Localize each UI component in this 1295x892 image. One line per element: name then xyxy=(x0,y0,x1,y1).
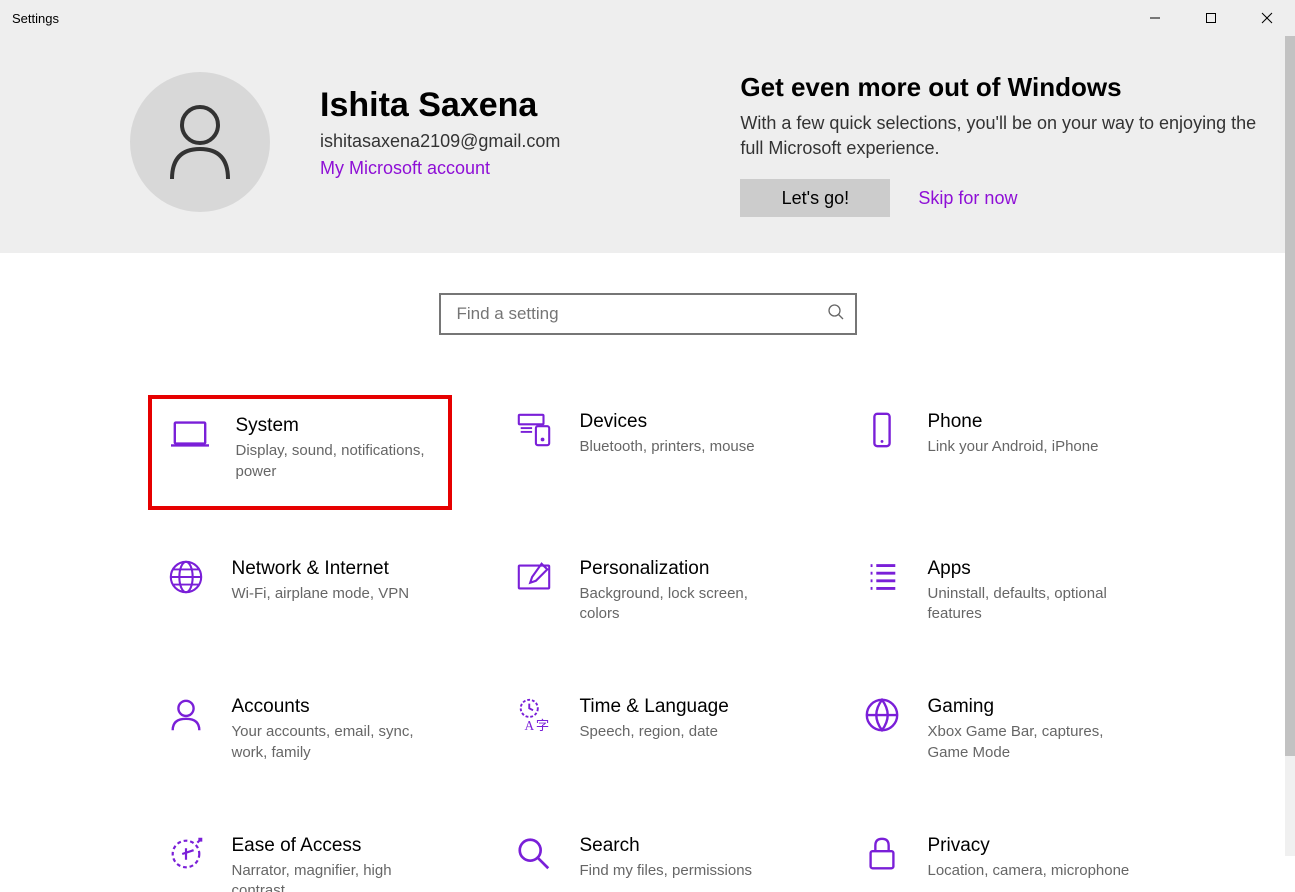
close-button[interactable] xyxy=(1239,0,1295,36)
category-text: Time & Language Speech, region, date xyxy=(580,696,786,742)
category-search[interactable]: Search Find my files, permissions xyxy=(496,819,800,892)
search-input[interactable] xyxy=(455,303,827,325)
category-text: Devices Bluetooth, printers, mouse xyxy=(580,411,786,457)
category-devices[interactable]: Devices Bluetooth, printers, mouse xyxy=(496,395,800,510)
search-box[interactable] xyxy=(439,293,857,335)
timelang-icon: A字 xyxy=(514,696,554,736)
skip-link[interactable]: Skip for now xyxy=(918,188,1017,209)
avatar[interactable] xyxy=(130,72,270,212)
category-desc: Your accounts, email, sync, work, family xyxy=(232,722,438,763)
lets-go-button[interactable]: Let's go! xyxy=(740,179,890,217)
category-network[interactable]: Network & Internet Wi-Fi, airplane mode, … xyxy=(148,542,452,649)
category-text: Apps Uninstall, defaults, optional featur… xyxy=(928,558,1134,625)
category-title: Personalization xyxy=(580,558,786,580)
category-desc: Narrator, magnifier, high contrast xyxy=(232,861,438,892)
promo-block: Get even more out of Windows With a few … xyxy=(740,72,1280,217)
phone-icon xyxy=(862,411,902,451)
header-area: Ishita Saxena ishitasaxena2109@gmail.com… xyxy=(0,36,1295,253)
microsoft-account-link[interactable]: My Microsoft account xyxy=(320,158,560,179)
ease-icon xyxy=(166,835,206,875)
category-text: Phone Link your Android, iPhone xyxy=(928,411,1134,457)
promo-desc: With a few quick selections, you'll be o… xyxy=(740,111,1280,161)
category-ease[interactable]: Ease of Access Narrator, magnifier, high … xyxy=(148,819,452,892)
category-desc: Background, lock screen, colors xyxy=(580,584,786,625)
accounts-icon xyxy=(166,696,206,736)
category-personal[interactable]: Personalization Background, lock screen, … xyxy=(496,542,800,649)
category-apps[interactable]: Apps Uninstall, defaults, optional featur… xyxy=(844,542,1148,649)
search-icon xyxy=(514,835,554,875)
profile-block: Ishita Saxena ishitasaxena2109@gmail.com… xyxy=(320,72,560,217)
category-title: Gaming xyxy=(928,696,1134,718)
privacy-icon xyxy=(862,835,902,875)
category-text: Ease of Access Narrator, magnifier, high … xyxy=(232,835,438,892)
category-privacy[interactable]: Privacy Location, camera, microphone xyxy=(844,819,1148,892)
window-title: Settings xyxy=(12,11,59,26)
category-text: Accounts Your accounts, email, sync, work… xyxy=(232,696,438,763)
category-text: Gaming Xbox Game Bar, captures, Game Mode xyxy=(928,696,1134,763)
category-title: Accounts xyxy=(232,696,438,718)
category-title: Network & Internet xyxy=(232,558,438,580)
person-icon xyxy=(166,103,234,181)
category-gaming[interactable]: Gaming Xbox Game Bar, captures, Game Mode xyxy=(844,680,1148,787)
svg-text:字: 字 xyxy=(535,719,548,734)
window-controls xyxy=(1127,0,1295,36)
category-desc: Find my files, permissions xyxy=(580,861,786,881)
category-title: System xyxy=(236,415,434,437)
category-timelang[interactable]: A字 Time & Language Speech, region, date xyxy=(496,680,800,787)
category-title: Time & Language xyxy=(580,696,786,718)
minimize-button[interactable] xyxy=(1127,0,1183,36)
category-title: Ease of Access xyxy=(232,835,438,857)
category-text: Privacy Location, camera, microphone xyxy=(928,835,1134,881)
profile-email: ishitasaxena2109@gmail.com xyxy=(320,131,560,152)
category-desc: Speech, region, date xyxy=(580,722,786,742)
categories-grid: System Display, sound, notifications, pow… xyxy=(148,395,1148,892)
category-title: Privacy xyxy=(928,835,1134,857)
category-desc: Display, sound, notifications, power xyxy=(236,441,434,482)
category-phone[interactable]: Phone Link your Android, iPhone xyxy=(844,395,1148,510)
scrollbar-thumb[interactable] xyxy=(1285,36,1295,756)
category-desc: Bluetooth, printers, mouse xyxy=(580,437,786,457)
scrollbar-track[interactable] xyxy=(1285,36,1295,856)
category-text: Personalization Background, lock screen, … xyxy=(580,558,786,625)
system-icon xyxy=(170,415,210,455)
category-title: Phone xyxy=(928,411,1134,433)
category-desc: Link your Android, iPhone xyxy=(928,437,1134,457)
body-area: System Display, sound, notifications, pow… xyxy=(0,253,1295,892)
promo-actions: Let's go! Skip for now xyxy=(740,179,1280,217)
maximize-button[interactable] xyxy=(1183,0,1239,36)
category-desc: Location, camera, microphone xyxy=(928,861,1134,881)
category-desc: Uninstall, defaults, optional features xyxy=(928,584,1134,625)
devices-icon xyxy=(514,411,554,451)
promo-title: Get even more out of Windows xyxy=(740,72,1280,103)
category-title: Search xyxy=(580,835,786,857)
category-text: Network & Internet Wi-Fi, airplane mode, … xyxy=(232,558,438,604)
profile-name: Ishita Saxena xyxy=(320,86,560,125)
category-title: Devices xyxy=(580,411,786,433)
category-desc: Xbox Game Bar, captures, Game Mode xyxy=(928,722,1134,763)
network-icon xyxy=(166,558,206,598)
category-text: Search Find my files, permissions xyxy=(580,835,786,881)
gaming-icon xyxy=(862,696,902,736)
category-title: Apps xyxy=(928,558,1134,580)
titlebar: Settings xyxy=(0,0,1295,36)
svg-text:A: A xyxy=(524,719,534,734)
personal-icon xyxy=(514,558,554,598)
category-desc: Wi-Fi, airplane mode, VPN xyxy=(232,584,438,604)
category-system[interactable]: System Display, sound, notifications, pow… xyxy=(148,395,452,510)
category-text: System Display, sound, notifications, pow… xyxy=(236,415,434,482)
search-icon xyxy=(827,303,845,325)
category-accounts[interactable]: Accounts Your accounts, email, sync, work… xyxy=(148,680,452,787)
apps-icon xyxy=(862,558,902,598)
